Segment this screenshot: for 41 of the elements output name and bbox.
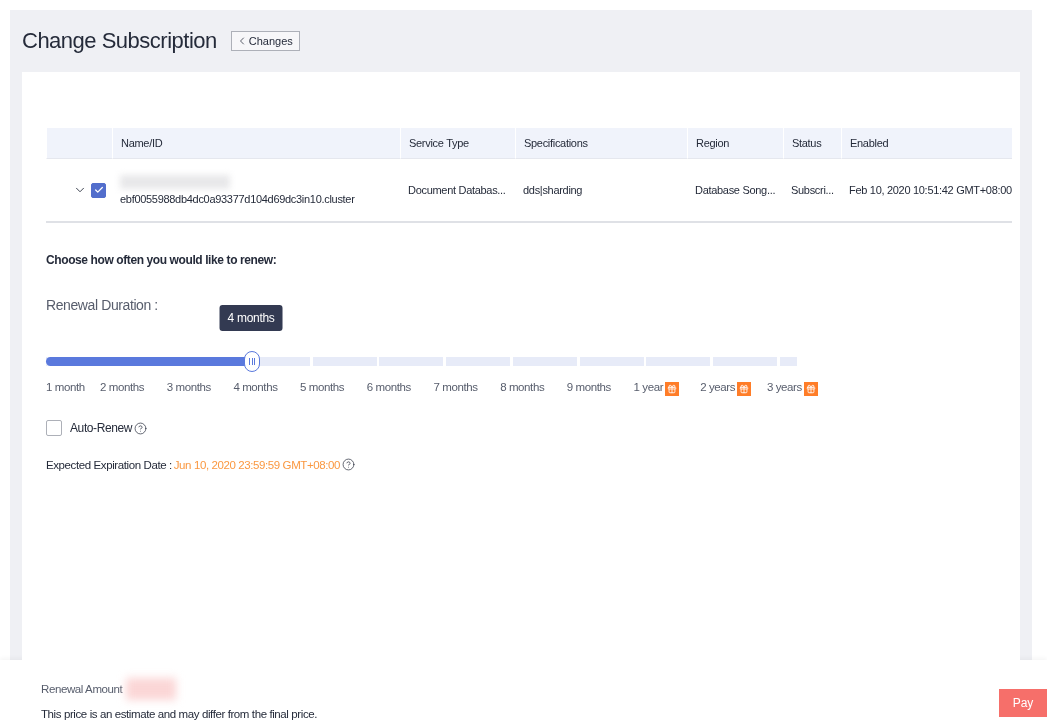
duration-option[interactable]: 5 months — [300, 381, 345, 393]
instance-id: ebf0055988db4dc0a93377d104d69dc3in10.cluster — [120, 193, 355, 205]
section-heading: Choose how often you would like to renew: — [46, 253, 278, 267]
duration-option[interactable]: 3 years — [766, 381, 802, 393]
duration-label: Renewal Duration : — [46, 297, 159, 313]
duration-option[interactable]: 8 months — [500, 381, 545, 393]
redacted-amount — [126, 677, 177, 700]
duration-option[interactable]: 1 month — [46, 381, 85, 393]
row-checkbox[interactable] — [91, 182, 106, 198]
table-cell: dds|sharding — [523, 184, 583, 196]
back-button[interactable]: Changes — [230, 31, 300, 51]
table-cell: Subscri... — [791, 184, 834, 196]
check-icon — [93, 185, 104, 195]
duration-option[interactable]: 4 months — [233, 381, 278, 393]
column-header: Status — [783, 128, 841, 159]
amount-label: Renewal Amount — [41, 682, 123, 695]
duration-option[interactable]: 6 months — [366, 381, 411, 393]
slider-tooltip: 4 months — [219, 305, 283, 331]
expiration-label: Expected Expiration Date : — [46, 458, 172, 471]
help-icon[interactable] — [134, 421, 148, 435]
auto-renew-checkbox[interactable] — [46, 420, 62, 436]
table-cell: Document Databas... — [408, 184, 506, 196]
duration-option[interactable]: 2 months — [100, 381, 145, 393]
help-icon[interactable] — [342, 458, 356, 471]
auto-renew-label: Auto-Renew — [70, 421, 133, 435]
duration-option[interactable]: 2 years — [700, 381, 736, 393]
table-cell: Database Song... — [695, 184, 776, 196]
duration-option[interactable]: 3 months — [166, 381, 211, 393]
column-header: Region — [687, 128, 783, 159]
column-header: Specifications — [515, 128, 687, 159]
column-header: Service Type — [400, 128, 515, 159]
price-note: This price is an estimate and may differ from the final price. — [41, 707, 318, 720]
table-cell: Feb 10, 2020 10:51:42 GMT+08:00 — [849, 184, 1012, 196]
column-header: Enabled — [841, 128, 1012, 159]
expiration-date: Jun 10, 2020 23:59:59 GMT+08:00 — [173, 458, 341, 471]
duration-option[interactable]: 1 year — [633, 381, 664, 393]
duration-option[interactable]: 7 months — [433, 381, 478, 393]
slider-thumb[interactable] — [244, 351, 260, 372]
column-header: Name/ID — [112, 128, 400, 159]
duration-option[interactable]: 9 months — [566, 381, 611, 393]
page-title: Change Subscription — [22, 28, 217, 54]
